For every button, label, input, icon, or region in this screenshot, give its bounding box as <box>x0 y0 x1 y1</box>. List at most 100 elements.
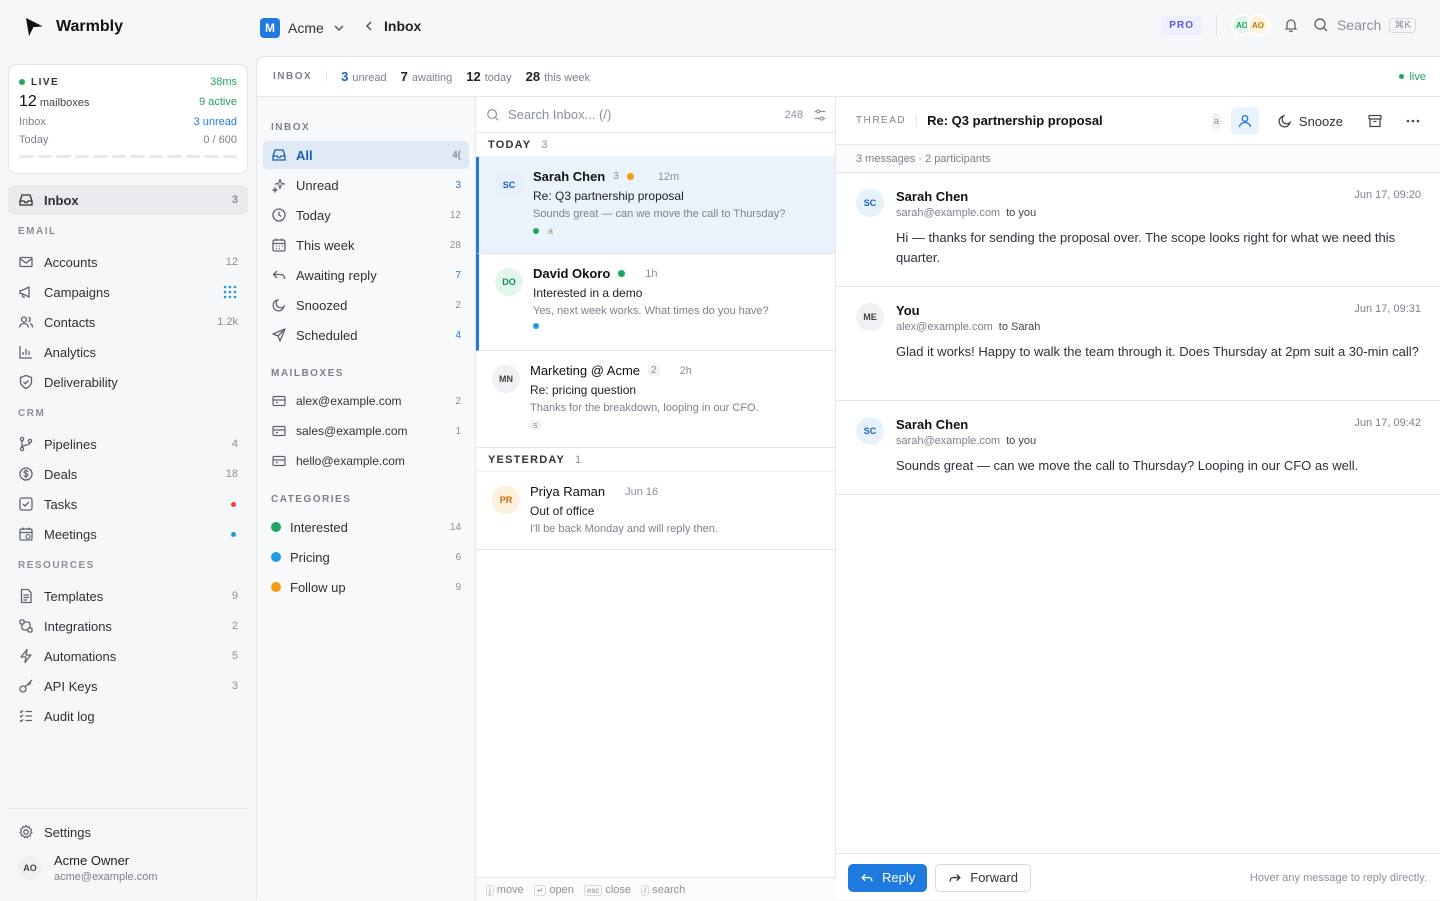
bell-icon[interactable] <box>1283 17 1299 33</box>
sidebar-item-contacts[interactable]: Contacts 1.2k <box>8 307 248 337</box>
sidebar-item-pipelines[interactable]: Pipelines 4 <box>8 429 248 459</box>
thread-message-date: Jun 17, 09:31 <box>1354 303 1421 315</box>
sidebar-item-api-keys[interactable]: API Keys 3 <box>8 671 248 701</box>
category-count: 6 <box>455 551 461 563</box>
thread-message[interactable]: ME You alex@example.com to Sarah Jun 17, … <box>836 287 1440 401</box>
folder-snoozed[interactable]: Snoozed 2 <box>263 291 469 319</box>
folder-scheduled[interactable]: Scheduled 4 <box>263 321 469 349</box>
sidebar-item-deals[interactable]: Deals 18 <box>8 459 248 489</box>
sidebar-item-campaigns[interactable]: Campaigns <box>8 277 248 307</box>
workspace-switcher[interactable]: M Acme <box>260 18 346 38</box>
stat-awaiting[interactable]: 7 awaiting <box>401 69 453 84</box>
forward-icon <box>948 871 962 885</box>
folder-this-week[interactable]: This week 28 <box>263 231 469 259</box>
sidebar-item-label: Pipelines <box>44 436 97 452</box>
brand[interactable]: Warmbly <box>24 16 123 38</box>
users-icon <box>18 314 34 330</box>
folder-label: All <box>296 147 313 163</box>
message-sender: David Okoro <box>533 266 611 281</box>
snooze-button[interactable]: Snooze <box>1269 107 1351 135</box>
thread-message[interactable]: SC Sarah Chen sarah@example.com to you Ju… <box>836 401 1440 495</box>
thread-message-sender: Sarah Chen <box>896 417 969 432</box>
forward-button[interactable]: Forward <box>935 863 1031 892</box>
stat-label: unread <box>352 72 387 84</box>
category-pricing[interactable]: Pricing 6 <box>263 543 469 571</box>
message-time: Jun 16 <box>625 485 659 498</box>
live-indicator: live <box>1399 71 1426 83</box>
more-horizontal-icon <box>1405 113 1421 129</box>
avatar: DO <box>495 268 523 296</box>
stat-week[interactable]: 28 this week <box>526 69 590 84</box>
tasks-alert-dot <box>231 501 236 507</box>
main-nav: Inbox 3 EMAIL Accounts 12 Campaigns Cont… <box>8 185 248 731</box>
list-item[interactable]: DO David Okoro 1h Interested in a demo Y… <box>476 254 835 351</box>
mailbox-sales[interactable]: sales@example.com 1 <box>263 417 469 445</box>
forward-label: Forward <box>970 870 1018 885</box>
list-item[interactable]: SC Sarah Chen 3 12m Re: Q3 partnership p… <box>476 157 835 254</box>
workspace-name: Acme <box>288 20 324 36</box>
message-tag: a <box>545 226 557 236</box>
back-icon[interactable] <box>362 19 376 33</box>
category-color-dot <box>271 552 281 562</box>
sidebar-item-integrations[interactable]: Integrations 2 <box>8 611 248 641</box>
sidebar-item-inbox[interactable]: Inbox 3 <box>8 185 248 215</box>
filter-icon[interactable] <box>813 108 827 122</box>
global-search[interactable]: Search ⌘K <box>1313 17 1416 33</box>
sidebar-item-tasks[interactable]: Tasks <box>8 489 248 519</box>
sidebar-item-settings[interactable]: Settings <box>8 817 248 847</box>
moon-icon <box>271 297 287 313</box>
folder-awaiting-reply[interactable]: Awaiting reply 7 <box>263 261 469 289</box>
mailbox-alex[interactable]: alex@example.com 2 <box>263 387 469 415</box>
assign-button[interactable] <box>1230 107 1259 135</box>
sidebar-item-label: Deliverability <box>44 374 118 390</box>
message-subject: Re: pricing question <box>530 383 637 397</box>
sidebar-item-count: 2 <box>231 620 238 632</box>
list-search[interactable]: Search Inbox... (/) 248 <box>476 97 835 133</box>
folder-all[interactable]: All 4( <box>263 141 469 169</box>
sidebar-item-analytics[interactable]: Analytics <box>8 337 248 367</box>
meetings-dot <box>231 531 236 537</box>
mailbox-hello[interactable]: hello@example.com <box>263 447 469 475</box>
sidebar-item-deliverability[interactable]: Deliverability <box>8 367 248 397</box>
avatar: SC <box>856 417 884 445</box>
hint-search: / search <box>641 884 685 896</box>
thread-message[interactable]: SC Sarah Chen sarah@example.com to you Ju… <box>836 173 1440 287</box>
message-preview: Yes, next week works. What times do you … <box>533 305 769 317</box>
list-item[interactable]: PR Priya Raman Jun 16 Out of office I'll… <box>476 472 835 550</box>
mailbox-icon <box>271 423 287 439</box>
list-total: 248 <box>784 108 803 121</box>
sidebar-item-audit-log[interactable]: Audit log <box>8 701 248 731</box>
list-checks-icon <box>18 708 34 724</box>
list-item[interactable]: MN Marketing @ Acme 2 2h Re: pricing que… <box>476 351 835 448</box>
sidebar-item-automations[interactable]: Automations 5 <box>8 641 248 671</box>
user-name: Acme Owner <box>54 853 130 868</box>
list-search-input[interactable]: Search Inbox... (/) <box>508 107 611 122</box>
folder-count: 7 <box>455 269 461 281</box>
plug-icon <box>18 618 34 634</box>
thread-header: THREAD Re: Q3 partnership proposal a Sno… <box>836 97 1440 145</box>
archive-button[interactable] <box>1361 107 1389 135</box>
category-interested[interactable]: Interested 14 <box>263 513 469 541</box>
inbox-stat-label: Inbox <box>19 116 46 128</box>
sparkle-icon <box>271 177 287 193</box>
stat-unread[interactable]: 3 unread <box>341 69 387 84</box>
sidebar-item-accounts[interactable]: Accounts 12 <box>8 247 248 277</box>
live-label: LIVE <box>31 76 60 88</box>
category-label: Follow up <box>290 579 346 595</box>
plan-badge: PRO <box>1161 15 1202 35</box>
sidebar-item-templates[interactable]: Templates 9 <box>8 581 248 611</box>
thread-tag[interactable]: a <box>1211 113 1221 129</box>
reply-button[interactable]: Reply <box>848 863 928 892</box>
category-count: 9 <box>455 581 461 593</box>
category-follow-up[interactable]: Follow up 9 <box>263 573 469 601</box>
thread-message-date: Jun 17, 09:42 <box>1354 417 1421 429</box>
more-button[interactable] <box>1399 107 1427 135</box>
user-menu[interactable]: AO Acme Owner acme@example.com <box>8 847 248 889</box>
avatar: PR <box>492 486 520 514</box>
folder-unread[interactable]: Unread 3 <box>263 171 469 199</box>
presence-avatars[interactable]: AO AO <box>1230 14 1269 36</box>
stat-today[interactable]: 12 today <box>466 69 511 84</box>
sidebar-item-count: 3 <box>231 680 238 692</box>
sidebar-item-meetings[interactable]: Meetings <box>8 519 248 549</box>
folder-today[interactable]: Today 12 <box>263 201 469 229</box>
